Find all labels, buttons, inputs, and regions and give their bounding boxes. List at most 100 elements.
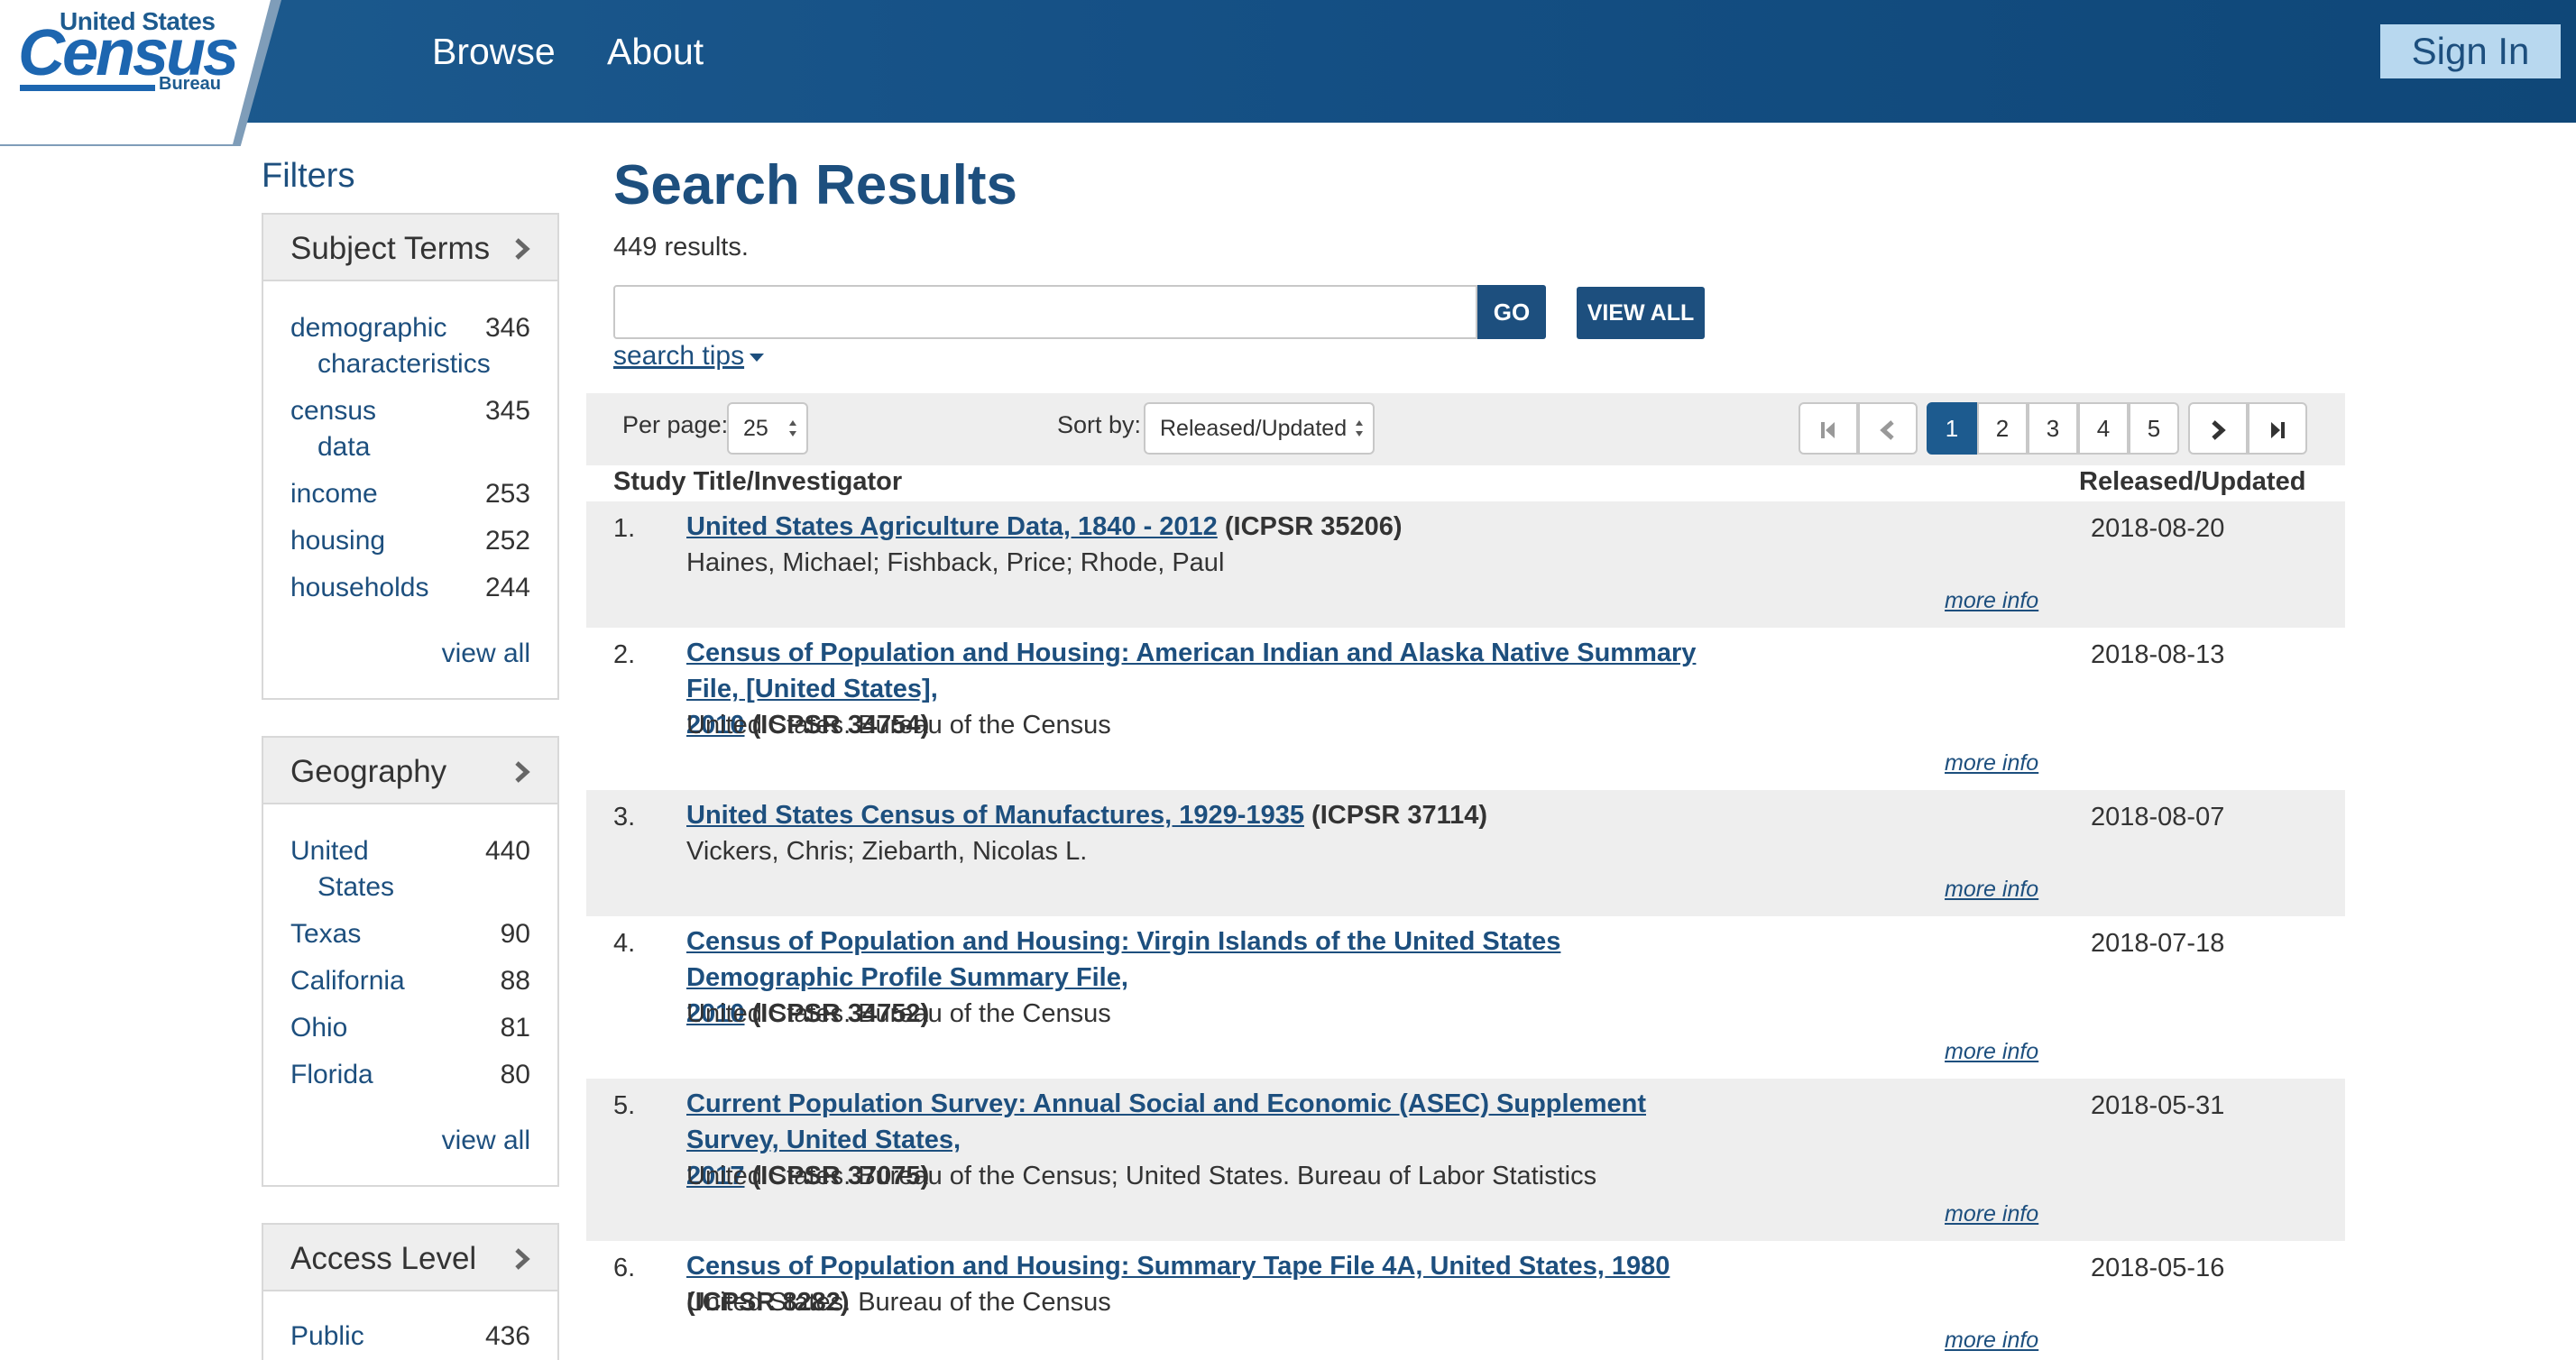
select-arrows-icon: [789, 420, 796, 436]
filter-count: 346: [484, 313, 530, 343]
more-info-link[interactable]: more info: [1945, 877, 2038, 903]
sign-in-button[interactable]: Sign In: [2380, 24, 2561, 78]
result-date: 2018-05-31: [2091, 1091, 2225, 1120]
filter-count: 88: [500, 966, 530, 996]
search-tips-link[interactable]: search tips: [613, 341, 765, 372]
filter-item[interactable]: census data: [290, 393, 376, 465]
filter-count: 345: [484, 396, 530, 426]
result-row: 4. Census of Population and Housing: Vir…: [586, 916, 2345, 1079]
next-page-button[interactable]: [2188, 402, 2248, 455]
filter-count: 440: [484, 836, 530, 866]
filter-count: 253: [484, 479, 530, 509]
result-title-link[interactable]: Census of Population and Housing: Summar…: [686, 1252, 1670, 1281]
logo-underline: [20, 85, 155, 91]
filter-panel-title: Geography: [290, 754, 447, 789]
filter-count: 80: [500, 1060, 530, 1089]
result-author: United States. Bureau of the Census: [686, 999, 1111, 1028]
more-info-link[interactable]: more info: [1945, 1328, 2038, 1354]
result-row: 5. Current Population Survey: Annual Soc…: [586, 1079, 2345, 1241]
result-author: Haines, Michael; Fishback, Price; Rhode,…: [686, 548, 1225, 577]
filter-panel-title: Subject Terms: [290, 231, 491, 266]
result-number: 2.: [613, 640, 636, 669]
filter-item[interactable]: United States: [290, 833, 394, 905]
first-page-icon: [1821, 422, 1835, 439]
more-info-link[interactable]: more info: [1945, 1201, 2038, 1227]
filter-panel-title: Access Level: [290, 1241, 477, 1276]
page-button-2[interactable]: 2: [1977, 402, 2028, 455]
sort-by-select[interactable]: Released/Updated: [1144, 402, 1375, 455]
filter-count: 436: [484, 1321, 530, 1351]
select-arrows-icon: [1356, 420, 1363, 436]
chevron-right-icon: [2212, 420, 2226, 440]
result-author: United States. Bureau of the Census: [686, 1288, 1111, 1317]
filter-panel-header[interactable]: Subject Terms: [263, 215, 557, 281]
result-title-link[interactable]: Current Population Survey: Annual Social…: [686, 1089, 1646, 1154]
column-header-date: Released/Updated: [2079, 467, 2306, 496]
page-title: Search Results: [613, 154, 1017, 216]
results-toolbar: Per page: 25 Sort by: Released/Updated 1…: [586, 393, 2345, 465]
search-input[interactable]: [613, 285, 1477, 339]
filter-item[interactable]: demographic characteristics: [290, 310, 491, 382]
page-button-1[interactable]: 1: [1927, 402, 1977, 455]
site-header: Browse About Sign In: [0, 0, 2576, 123]
filter-item[interactable]: Public: [290, 1319, 364, 1355]
filter-panel-header[interactable]: Access Level: [263, 1225, 557, 1291]
result-date: 2018-05-16: [2091, 1254, 2225, 1282]
result-row: 3. United States Census of Manufactures,…: [586, 790, 2345, 916]
filter-count: 252: [484, 526, 530, 556]
more-info-link[interactable]: more info: [1945, 1039, 2038, 1065]
filter-panel-geography: Geography United States 440 Texas 90 Cali…: [262, 736, 559, 1187]
result-title: United States Agriculture Data, 1840 - 2…: [686, 512, 1403, 541]
logo-sub-text: Bureau: [159, 74, 221, 94]
view-all-link[interactable]: view all: [442, 639, 530, 669]
result-row: 2. Census of Population and Housing: Ame…: [586, 628, 2345, 790]
filter-item[interactable]: Texas: [290, 916, 361, 952]
result-number: 5.: [613, 1091, 636, 1120]
prev-page-button[interactable]: [1858, 402, 1918, 455]
result-author: United States. Bureau of the Census: [686, 711, 1111, 740]
page-button-4[interactable]: 4: [2078, 402, 2129, 455]
page-button-3[interactable]: 3: [2028, 402, 2078, 455]
go-button[interactable]: GO: [1477, 285, 1546, 339]
nav-browse[interactable]: Browse: [432, 31, 556, 73]
view-all-link[interactable]: view all: [442, 1126, 530, 1156]
per-page-select[interactable]: 25: [727, 402, 808, 455]
filter-item[interactable]: Ohio: [290, 1010, 347, 1046]
result-number: 1.: [613, 514, 636, 543]
first-page-button[interactable]: [1799, 402, 1858, 455]
filter-item[interactable]: California: [290, 963, 405, 999]
page-button-5[interactable]: 5: [2129, 402, 2179, 455]
result-author: Vickers, Chris; Ziebarth, Nicolas L.: [686, 837, 1088, 866]
last-page-button[interactable]: [2248, 402, 2307, 455]
result-title-link[interactable]: United States Census of Manufactures, 19…: [686, 801, 1304, 830]
last-page-icon: [2271, 422, 2285, 439]
filter-item[interactable]: housing: [290, 523, 385, 559]
filter-count: 244: [484, 573, 530, 602]
census-logo[interactable]: United States Census Bureau: [0, 0, 271, 144]
filter-count: 81: [500, 1013, 530, 1043]
result-date: 2018-07-18: [2091, 929, 2225, 958]
result-title-link[interactable]: Census of Population and Housing: Virgin…: [686, 927, 1560, 992]
result-number: 4.: [613, 929, 636, 958]
filter-count: 90: [500, 919, 530, 949]
result-date: 2018-08-07: [2091, 803, 2225, 832]
filter-panel-header[interactable]: Geography: [263, 738, 557, 804]
result-number: 6.: [613, 1254, 636, 1282]
result-title-link[interactable]: United States Agriculture Data, 1840 - 2…: [686, 512, 1218, 541]
result-date: 2018-08-13: [2091, 640, 2225, 669]
caret-down-icon: [750, 353, 765, 362]
chevron-left-icon: [1880, 420, 1894, 440]
chevron-right-icon: [515, 238, 530, 260]
per-page-label: Per page:: [622, 411, 729, 438]
filter-item[interactable]: income: [290, 476, 378, 512]
filter-item[interactable]: households: [290, 570, 428, 606]
result-title-link[interactable]: Census of Population and Housing: Americ…: [686, 639, 1696, 703]
filter-item[interactable]: Florida: [290, 1057, 373, 1093]
result-title: United States Census of Manufactures, 19…: [686, 801, 1488, 830]
result-number: 3.: [613, 803, 636, 832]
more-info-link[interactable]: more info: [1945, 750, 2038, 776]
nav-about[interactable]: About: [607, 31, 704, 73]
more-info-link[interactable]: more info: [1945, 588, 2038, 614]
filters-title: Filters: [262, 157, 355, 195]
view-all-button[interactable]: VIEW ALL: [1577, 287, 1705, 339]
